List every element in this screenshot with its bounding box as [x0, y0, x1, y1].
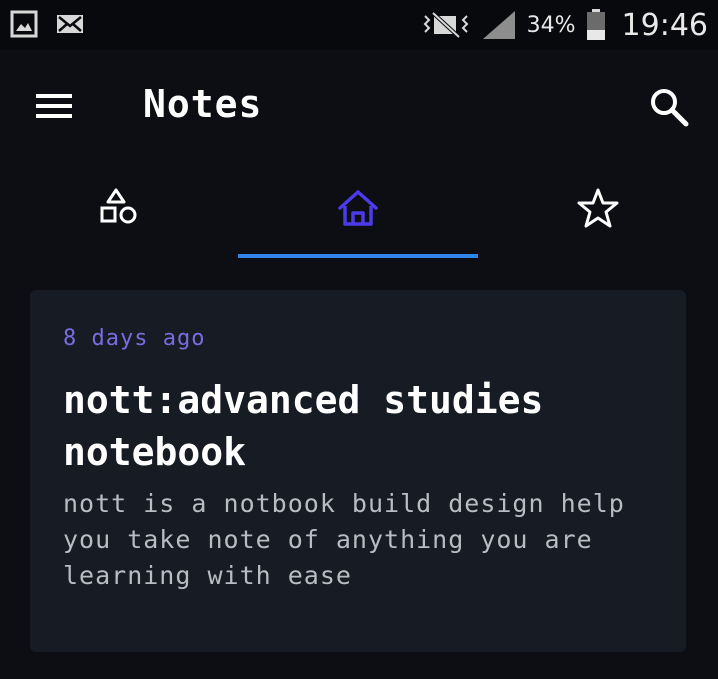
status-bar-system: 34% 19:46 [421, 6, 708, 44]
tab-categories[interactable] [0, 166, 240, 260]
note-body: nott is a notbook build design help you … [63, 489, 625, 590]
battery-percent: 34% [526, 12, 576, 38]
menu-icon[interactable] [28, 86, 80, 126]
clock: 19:46 [621, 7, 708, 43]
status-bar-notifications [10, 10, 84, 38]
search-button[interactable] [644, 82, 694, 132]
search-icon[interactable] [644, 82, 694, 132]
note-date: 8 days ago [63, 326, 206, 351]
signal-icon [482, 11, 515, 39]
status-bar: 34% 19:46 [0, 0, 718, 50]
battery-icon [586, 9, 605, 40]
tab-bar [0, 166, 718, 260]
page-title: Notes [143, 82, 263, 126]
active-tab-indicator [238, 254, 478, 258]
app-bar: Notes [0, 50, 718, 166]
note-title: nott:advanced studies notebook [63, 378, 544, 474]
tab-home[interactable] [238, 166, 478, 260]
tab-favorites[interactable] [478, 166, 718, 260]
menu-button[interactable] [28, 86, 80, 126]
shapes-icon [100, 188, 137, 224]
star-icon [577, 188, 619, 228]
home-icon [338, 190, 378, 226]
image-icon [10, 10, 38, 38]
vibrate-icon [423, 11, 469, 39]
mail-icon [57, 15, 83, 33]
note-card[interactable]: 8 days ago nott:advanced studies noteboo… [30, 290, 686, 652]
